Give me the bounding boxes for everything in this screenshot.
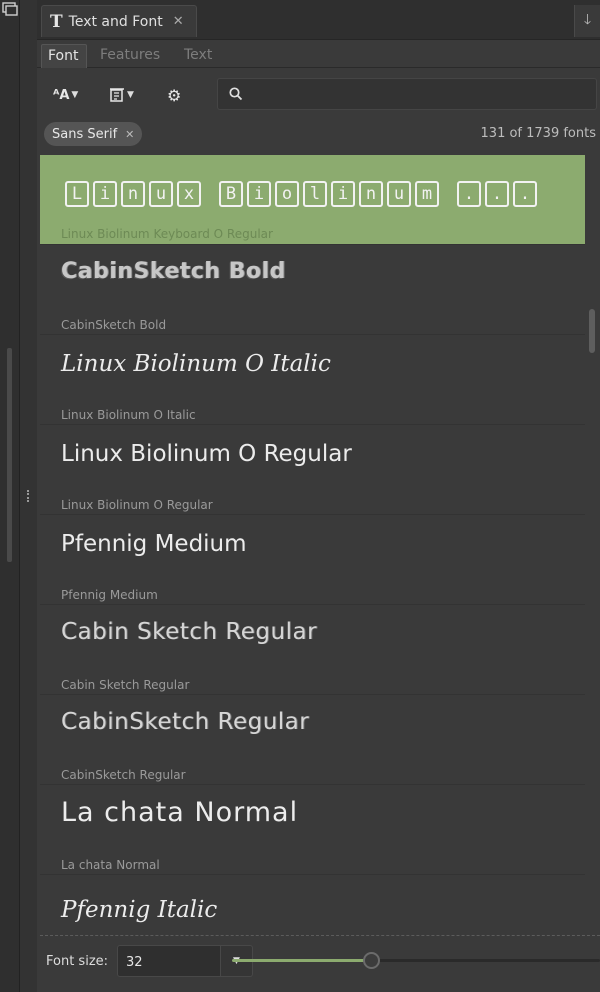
tab-text[interactable]: Text <box>184 44 212 68</box>
scrollbar-thumb[interactable] <box>589 309 595 353</box>
font-preview-keyboard: Linux Biolinum ... <box>65 181 537 207</box>
close-icon[interactable]: ✕ <box>125 128 134 141</box>
font-preview: Pfennig Italic <box>61 897 218 923</box>
slider-fill <box>232 959 372 962</box>
font-size-field[interactable] <box>117 945 221 977</box>
font-list-scrollbar[interactable] <box>585 155 600 935</box>
font-filters-icon <box>110 88 124 102</box>
text-tool-icon: T <box>50 11 63 32</box>
chevron-down-icon: ▼ <box>71 90 79 100</box>
chevron-down-icon: ▼ <box>127 90 134 100</box>
font-size-input[interactable] <box>126 952 206 972</box>
font-filters-button[interactable]: ▼ <box>109 84 134 106</box>
font-list[interactable]: Linux Biolinum ... Linux Biolinum Keyboa… <box>40 155 585 935</box>
font-name: CabinSketch Regular <box>61 768 186 782</box>
font-name: CabinSketch Bold <box>61 318 167 332</box>
dock-panel-icon[interactable] <box>2 2 18 16</box>
divider <box>40 935 600 936</box>
panel-splitter[interactable] <box>20 0 37 992</box>
font-name: La chata Normal <box>61 858 160 872</box>
tab-features[interactable]: Features <box>100 44 160 68</box>
dialog-tab-text-and-font[interactable]: T Text and Font ✕ <box>41 5 197 37</box>
font-name: Cabin Sketch Regular <box>61 678 190 692</box>
font-preview: Cabin Sketch Regular <box>61 619 318 645</box>
font-search-field[interactable] <box>217 78 597 110</box>
filter-row: Sans Serif ✕ 131 of 1739 fonts <box>37 120 600 150</box>
font-collections-icon: ᴬA <box>53 87 70 103</box>
font-size-row: Font size: ▼ <box>37 940 600 984</box>
filter-chip-label: Sans Serif <box>52 126 118 142</box>
font-list-item[interactable]: Linux Biolinum O Italic Linux Biolinum O… <box>40 335 585 425</box>
font-size-slider[interactable] <box>232 952 600 969</box>
left-scrollbar[interactable] <box>7 348 12 562</box>
font-name: Linux Biolinum O Italic <box>61 408 196 422</box>
font-toolbar: ᴬA ▼ ▼ ⚙ <box>37 68 600 120</box>
dialog-tab-bar: T Text and Font ✕ 🡓 <box>37 0 600 40</box>
font-list-item[interactable]: Pfennig Medium Pfennig Medium <box>40 515 585 605</box>
font-preview: La chata Normal <box>61 797 299 828</box>
splitter-grip-icon[interactable] <box>27 490 29 502</box>
gear-icon: ⚙ <box>167 85 182 105</box>
filter-chip-sans-serif[interactable]: Sans Serif ✕ <box>44 122 143 146</box>
dialog-title: Text and Font <box>68 13 163 30</box>
search-input[interactable] <box>252 84 582 104</box>
font-size-label: Font size: <box>46 954 109 969</box>
font-list-item[interactable]: CabinSketch Regular CabinSketch Regular <box>40 695 585 785</box>
text-and-font-panel: T Text and Font ✕ 🡓 Font Features Text ᴬ… <box>37 0 600 992</box>
font-list-item[interactable]: Linux Biolinum ... Linux Biolinum Keyboa… <box>40 155 585 245</box>
slider-handle[interactable] <box>363 952 380 969</box>
subtab-bar: Font Features Text <box>37 40 600 68</box>
font-list-item[interactable]: CabinSketch Bold CabinSketch Bold <box>40 245 585 335</box>
font-name: Linux Biolinum Keyboard O Regular <box>61 227 273 241</box>
font-preview: Pfennig Medium <box>61 531 247 557</box>
font-preview: Linux Biolinum O Italic <box>61 351 331 377</box>
font-preview: CabinSketch Regular <box>61 709 310 735</box>
close-icon[interactable]: ✕ <box>173 14 184 29</box>
font-name: Linux Biolinum O Regular <box>61 498 213 512</box>
dock-menu-arrow-icon[interactable]: 🡓 <box>574 5 600 37</box>
font-list-item[interactable]: Linux Biolinum O Regular Linux Biolinum … <box>40 425 585 515</box>
font-collections-button[interactable]: ᴬA ▼ <box>53 84 78 106</box>
search-icon <box>229 87 243 101</box>
font-preview: CabinSketch Bold <box>61 259 286 284</box>
font-list-item[interactable]: Cabin Sketch Regular Cabin Sketch Regula… <box>40 605 585 695</box>
left-dock-strip <box>0 0 20 992</box>
tab-font[interactable]: Font <box>41 44 87 68</box>
font-list-item[interactable]: Pfennig Italic <box>40 875 585 935</box>
settings-button[interactable]: ⚙ <box>167 84 181 106</box>
font-name: Pfennig Medium <box>61 588 158 602</box>
font-list-item[interactable]: La chata Normal La chata Normal <box>40 785 585 875</box>
font-count: 131 of 1739 fonts <box>480 126 596 141</box>
font-preview: Linux Biolinum O Regular <box>61 441 352 467</box>
